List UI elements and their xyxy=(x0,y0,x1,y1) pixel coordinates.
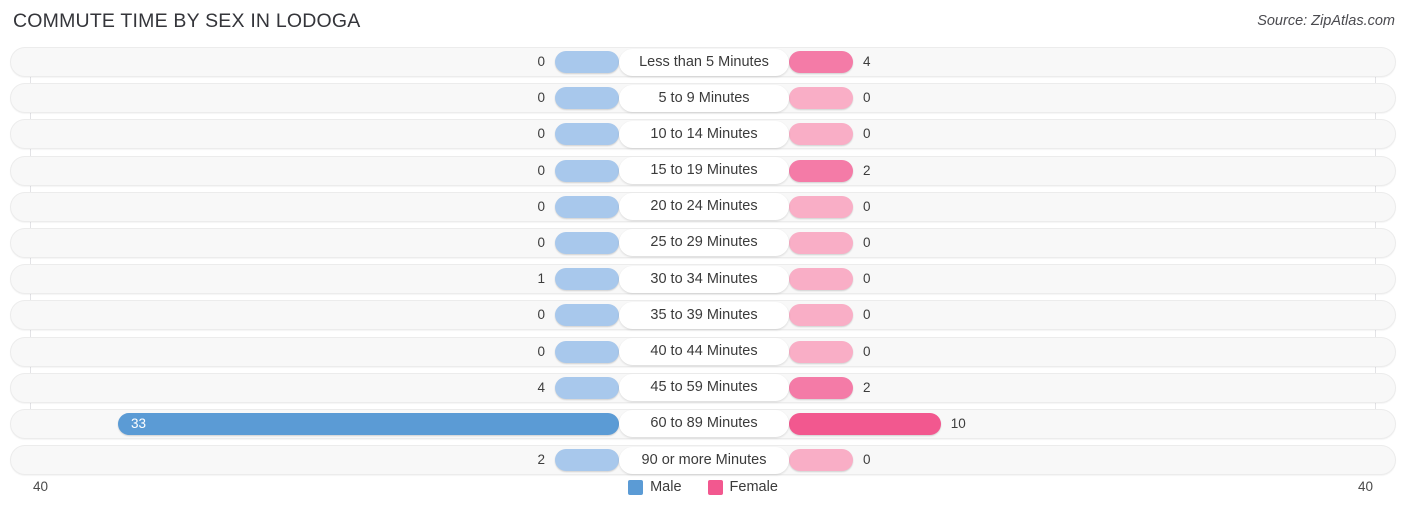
female-bar xyxy=(789,376,853,399)
category-label: 35 to 39 Minutes xyxy=(619,301,789,329)
table-row: 0 0 20 to 24 Minutes xyxy=(0,191,1406,222)
table-row: 0 2 15 to 19 Minutes xyxy=(0,155,1406,186)
male-value-label: 33 xyxy=(131,415,147,431)
male-bar xyxy=(555,87,619,110)
category-label: 25 to 29 Minutes xyxy=(619,229,789,257)
female-bar xyxy=(789,51,853,73)
table-row: 0 0 25 to 29 Minutes xyxy=(0,227,1406,258)
male-bar xyxy=(555,51,619,73)
table-row: 0 0 10 to 14 Minutes xyxy=(0,119,1406,150)
male-value-label: 0 xyxy=(537,90,545,106)
category-label: 20 to 24 Minutes xyxy=(619,193,789,221)
chart-plot-area: 0 4 Less than 5 Minutes 0 0 5 to 9 Minutes 0 0 1… xyxy=(0,44,1406,479)
category-label: 60 to 89 Minutes xyxy=(619,410,789,438)
category-label: 40 to 44 Minutes xyxy=(619,338,789,365)
male-bar xyxy=(555,304,619,327)
male-bar xyxy=(555,159,619,182)
female-bar xyxy=(789,412,941,435)
category-label: 5 to 9 Minutes xyxy=(619,84,789,112)
female-value-label: 0 xyxy=(863,452,871,468)
male-value-label: 0 xyxy=(537,234,545,250)
legend-swatch-icon xyxy=(707,479,723,495)
female-bar xyxy=(789,304,853,327)
male-value-label: 4 xyxy=(537,379,545,395)
table-row: 0 4 Less than 5 Minutes xyxy=(0,47,1406,77)
male-value-label: 2 xyxy=(537,452,545,468)
table-row: 4 2 45 to 59 Minutes xyxy=(0,372,1406,403)
category-label: 10 to 14 Minutes xyxy=(619,120,789,148)
male-bar xyxy=(118,412,619,435)
female-bar xyxy=(789,231,853,254)
female-bar xyxy=(789,159,853,182)
table-row: 0 0 35 to 39 Minutes xyxy=(0,300,1406,331)
male-value-label: 1 xyxy=(537,271,545,287)
male-bar xyxy=(555,376,619,399)
table-row: 0 0 40 to 44 Minutes xyxy=(0,336,1406,367)
female-value-label: 0 xyxy=(863,343,871,359)
table-row: 2 0 90 or more Minutes xyxy=(0,445,1406,476)
female-bar xyxy=(789,123,853,146)
male-bar xyxy=(555,340,619,363)
female-value-label: 10 xyxy=(950,415,966,431)
table-row: 33 10 60 to 89 Minutes xyxy=(0,408,1406,439)
male-bar xyxy=(555,231,619,254)
female-value-label: 0 xyxy=(863,126,871,142)
female-value-label: 0 xyxy=(863,90,871,106)
legend-label: Male xyxy=(650,479,682,495)
male-value-label: 0 xyxy=(537,307,545,323)
legend-item-female[interactable]: Female xyxy=(707,479,778,495)
female-bar xyxy=(789,87,853,110)
chart-legend: Male Female xyxy=(0,479,1406,495)
male-bar xyxy=(555,268,619,291)
female-bar xyxy=(789,340,853,363)
legend-item-male[interactable]: Male xyxy=(628,479,682,495)
male-bar xyxy=(555,449,619,472)
female-value-label: 0 xyxy=(863,234,871,250)
bar-rows-container: 0 4 Less than 5 Minutes 0 0 5 to 9 Minutes 0 0 1… xyxy=(0,47,1406,481)
chart-header: COMMUTE TIME BY SEX IN LODOGA Source: Zi… xyxy=(0,0,1406,44)
female-bar xyxy=(789,195,853,218)
male-value-label: 0 xyxy=(537,162,545,178)
male-bar xyxy=(555,123,619,146)
female-value-label: 4 xyxy=(863,54,871,69)
male-value-label: 0 xyxy=(537,198,545,214)
category-label: Less than 5 Minutes xyxy=(619,48,789,76)
category-label: 90 or more Minutes xyxy=(619,446,789,474)
legend-label: Female xyxy=(729,479,778,495)
category-label: 30 to 34 Minutes xyxy=(619,265,789,293)
table-row: 0 0 5 to 9 Minutes xyxy=(0,83,1406,114)
female-bar xyxy=(789,449,853,472)
male-value-label: 0 xyxy=(537,54,545,69)
chart-footer: 40 40 Male Female xyxy=(0,479,1406,519)
female-value-label: 0 xyxy=(863,271,871,287)
category-label: 45 to 59 Minutes xyxy=(619,374,789,402)
category-label: 15 to 19 Minutes xyxy=(619,157,789,185)
female-value-label: 2 xyxy=(863,162,871,178)
table-row: 1 0 30 to 34 Minutes xyxy=(0,264,1406,295)
source-attribution: Source: ZipAtlas.com xyxy=(1257,13,1395,29)
female-value-label: 2 xyxy=(863,379,871,395)
page-title: COMMUTE TIME BY SEX IN LODOGA xyxy=(13,10,361,32)
female-value-label: 0 xyxy=(863,198,871,214)
female-value-label: 0 xyxy=(863,307,871,323)
female-bar xyxy=(789,268,853,291)
male-value-label: 0 xyxy=(537,126,545,142)
male-bar xyxy=(555,195,619,218)
male-value-label: 0 xyxy=(537,343,545,359)
legend-swatch-icon xyxy=(628,479,644,495)
